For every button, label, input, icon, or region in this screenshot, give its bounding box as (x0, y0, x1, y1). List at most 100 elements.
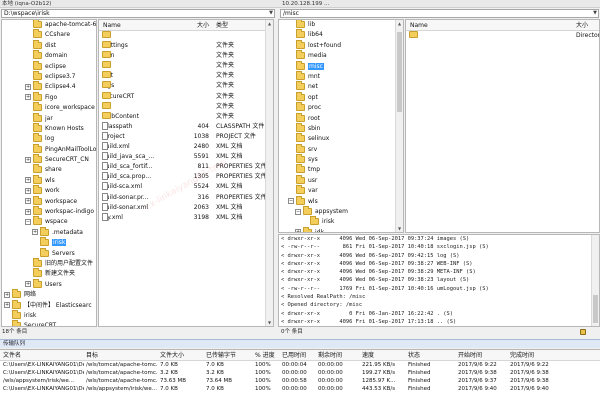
log-scrollbar[interactable] (591, 235, 599, 326)
local-tree-item[interactable]: + Figo (2, 91, 96, 103)
queue-row[interactable]: C:\Users\EX-LINKAIYANG01\Des.../wls/tomc… (0, 361, 600, 369)
expand-icon[interactable]: + (25, 177, 31, 184)
local-folder-tree[interactable]: apache-tomcat-6... CCshare dist domain eclip… (1, 19, 97, 327)
local-tree-item[interactable]: PingAnMailToolLo (2, 143, 96, 155)
list-item[interactable]: build-sonar.pr... 316 PROPERTIES 文件 (99, 192, 273, 203)
local-tree-item[interactable]: CCshare (2, 29, 96, 40)
col-size-header[interactable]: 大小 (197, 20, 209, 31)
expand-icon[interactable]: + (25, 187, 31, 194)
expand-icon[interactable]: + (25, 208, 31, 215)
local-tree-item[interactable]: 旧的用户配置文件 (2, 257, 96, 269)
scroll-thumb[interactable] (397, 32, 402, 112)
expand-icon[interactable]: + (32, 229, 38, 236)
list-item[interactable]: .settings 文件夹 (99, 41, 273, 51)
scroll-up-icon[interactable]: ▲ (266, 20, 273, 27)
expand-icon[interactable]: + (4, 291, 10, 298)
local-tree-item[interactable]: + SecureCRT_CN (2, 154, 96, 165)
local-tree-item[interactable]: SecureCRT (2, 320, 96, 326)
local-tree-item[interactable]: + Eclipse4.4 (2, 81, 96, 92)
local-tree-item[interactable]: apache-tomcat-6... (2, 20, 96, 30)
list-item[interactable]: ivy.xml 3198 XML 文档 (99, 212, 273, 223)
queue-row[interactable]: /wls/appsystem/irisk/we... /wls/tomcat/ap… (0, 377, 600, 385)
scroll-down-icon[interactable]: ▼ (396, 225, 403, 232)
remote-tree-scrollbar[interactable]: ▲ ▼ (395, 20, 403, 232)
remote-path-field[interactable]: /misc ▼ (280, 9, 599, 18)
collapse-icon[interactable]: − (288, 198, 294, 205)
local-tree-item[interactable]: eclipse3.7 (2, 70, 96, 82)
local-tree-item[interactable]: Servers (2, 247, 96, 259)
list-item[interactable]: .svn 文件夹 (99, 51, 273, 61)
queue-column-header[interactable]: 文件名 (3, 350, 21, 361)
queue-row[interactable]: C:\Users\EX-LINKAIYANG01\Des.../wls/tomc… (0, 369, 600, 377)
scroll-thumb[interactable] (593, 295, 598, 323)
remote-tree-item[interactable]: irisk (279, 216, 403, 227)
collapse-icon[interactable]: − (295, 208, 301, 215)
queue-column-header[interactable]: 剩余时间 (318, 350, 342, 361)
chevron-down-icon[interactable]: ▼ (269, 10, 273, 17)
list-item[interactable]: src 文件夹 (99, 101, 273, 112)
col-size-header[interactable]: 大小 (576, 20, 588, 31)
list-item[interactable]: .classpath 404 CLASSPATH 文件 (99, 121, 273, 132)
expand-icon[interactable]: + (25, 94, 31, 101)
local-tree-item[interactable]: + .metadata (2, 226, 96, 238)
scroll-down-icon[interactable]: ▼ (266, 319, 273, 326)
local-file-list[interactable]: Name 大小 类型 ...settings文件夹.svn文件夹bin文件夹di… (98, 19, 274, 327)
list-item[interactable]: .project 1038 PROJECT 文件 (99, 131, 273, 142)
expand-icon[interactable]: + (295, 229, 301, 232)
list-item[interactable]: bin 文件夹 (99, 61, 273, 71)
queue-column-header[interactable]: 速度 (362, 350, 374, 361)
list-item[interactable]: build_sca.prop... 1305 PROPERTIES 文件 (99, 172, 273, 182)
transfer-queue[interactable]: 文件名 目标 文件大小 已传输字节 % 进度 已用时间 剩余时间 速度 状态 开始时间 完成时间 C… (0, 349, 600, 400)
remote-folder-tree[interactable]: lib lib64 lost+found media misc mnt net opt proc… (278, 19, 404, 233)
local-tree-item[interactable]: domain (2, 50, 96, 61)
list-item[interactable]: SecureCRT 文件夹 (99, 91, 273, 102)
local-tree-item[interactable]: eclipse (2, 60, 96, 72)
list-item[interactable]: build-sca.xml 5524 XML 文档 (99, 182, 273, 192)
expand-icon[interactable]: + (25, 156, 31, 163)
col-name-header[interactable]: Name (103, 20, 121, 31)
local-tree-item[interactable]: + workspac-indigo (2, 206, 96, 217)
local-tree-item[interactable]: jar (2, 112, 96, 124)
local-tree-item[interactable]: − wspace (2, 216, 96, 227)
expand-icon[interactable]: + (4, 302, 10, 309)
col-type-header[interactable]: 类型 (216, 20, 228, 31)
queue-column-header[interactable]: % 进度 (255, 350, 275, 361)
list-item[interactable]: logs 文件夹 (99, 81, 273, 91)
collapse-icon[interactable]: − (25, 218, 31, 225)
remote-file-list[interactable]: Name 大小 .. Directory (405, 19, 600, 233)
list-item[interactable]: dist 文件夹 (99, 71, 273, 81)
local-path-field[interactable]: D:\wspace\irisk ▼ (1, 9, 275, 18)
queue-column-header[interactable]: 目标 (86, 350, 98, 361)
remote-tree-item[interactable]: − wls (279, 195, 403, 207)
local-tree-item[interactable]: + work (2, 185, 96, 196)
queue-row[interactable]: C:\Users\EX-LINKAIYANG01\Des.../wls/apps… (0, 385, 600, 393)
list-item[interactable]: build_java_sca_... 5591 XML 文档 (99, 152, 273, 162)
col-name-header[interactable]: Name (410, 20, 428, 31)
scroll-up-icon[interactable]: ▲ (396, 20, 403, 27)
queue-column-header[interactable]: 文件大小 (160, 350, 184, 361)
list-item[interactable]: build-sonar.xml 2063 XML 文档 (99, 202, 273, 213)
list-item[interactable]: WebContent 文件夹 (99, 111, 273, 122)
local-tree-item[interactable]: 新建文件夹 (2, 268, 96, 279)
local-tree-item[interactable]: log (2, 133, 96, 144)
remote-tree-item[interactable]: − appsystem (279, 206, 403, 217)
list-item[interactable]: .. Directory (406, 31, 599, 41)
local-tree-item[interactable]: icore_workspace (2, 102, 96, 113)
queue-column-header[interactable]: 状态 (408, 350, 420, 361)
list-item[interactable]: .. (99, 31, 273, 41)
expand-icon[interactable]: + (25, 83, 31, 90)
list-item[interactable]: build.xml 2480 XML 文档 (99, 142, 273, 152)
expand-icon[interactable]: + (25, 281, 31, 288)
local-tree-item[interactable]: + wls (2, 174, 96, 186)
queue-column-header[interactable]: 已用时间 (282, 350, 306, 361)
remote-tree-item[interactable]: + jdk (279, 226, 403, 232)
local-list-scrollbar[interactable]: ▲ ▼ (265, 20, 273, 326)
queue-column-header[interactable]: 已传输字节 (206, 350, 236, 361)
local-tree-item[interactable]: irisk (2, 237, 96, 248)
local-tree-item[interactable]: Known Hosts (2, 122, 96, 134)
chevron-down-icon[interactable]: ▼ (593, 10, 597, 17)
queue-column-header[interactable]: 完成时间 (510, 350, 534, 361)
queue-column-header[interactable]: 开始时间 (458, 350, 482, 361)
list-item[interactable]: build_sca_fortif... 811 PROPERTIES 文件 (99, 162, 273, 172)
local-tree-item[interactable]: + workspace (2, 195, 96, 207)
